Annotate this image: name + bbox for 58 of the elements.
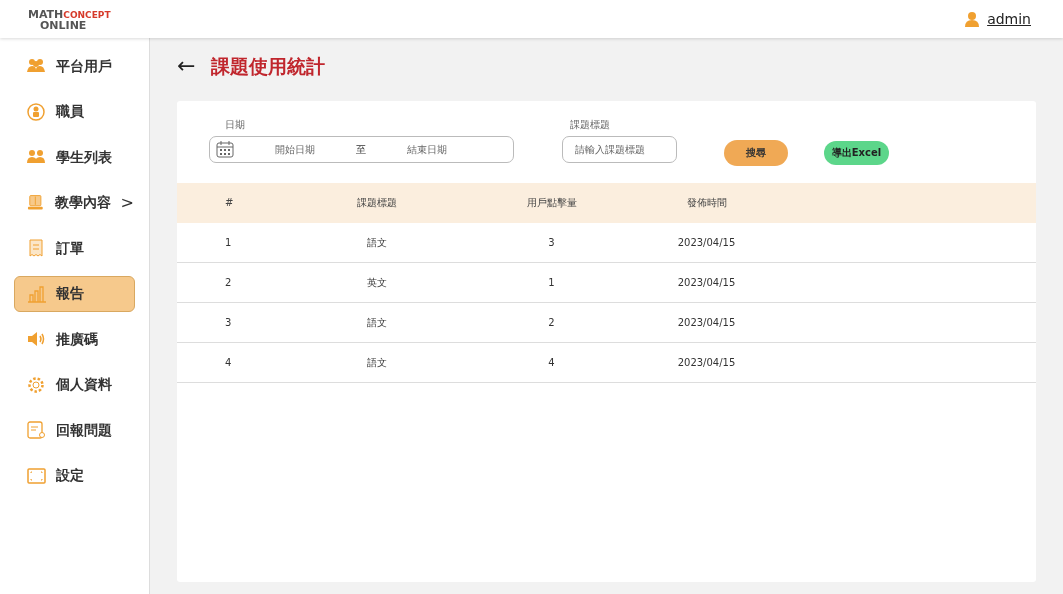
column-header: # [177, 182, 297, 223]
sidebar-item[interactable]: 個人資料 [14, 366, 135, 403]
search-button[interactable]: 搜尋 [724, 139, 788, 166]
sidebar-item[interactable]: 推廣碼 [14, 321, 135, 357]
sidebar-item[interactable]: 教學內容 > [14, 184, 135, 221]
topic-input[interactable]: 請輸入課題標題 [562, 135, 677, 163]
sidebar-item[interactable]: 回報問題 [14, 412, 135, 448]
calendar-icon [216, 140, 234, 158]
column-header: 用戶點擊量 [457, 182, 647, 223]
document-icon [27, 421, 46, 439]
column-header: 課題標題 [297, 182, 457, 223]
sidebar-item[interactable]: 設定 [14, 457, 135, 494]
table-cell: 語文 [297, 222, 457, 263]
table-cell: 2023/04/15 [647, 262, 767, 303]
logo-text: ONLINE [39, 20, 88, 31]
end-date-input[interactable]: 結束日期 [372, 140, 482, 158]
users-icon [27, 148, 46, 166]
field-label: 日期 [225, 117, 246, 132]
bar-chart-icon [27, 284, 46, 303]
date-range-field[interactable]: 開始日期 至 結束日期 [209, 135, 514, 163]
table-cell: 2023/04/15 [647, 302, 767, 343]
table-cell: 語文 [297, 302, 457, 343]
page-title: 課題使用統計 [211, 54, 326, 79]
speaker-icon [27, 330, 46, 348]
table-cell: 3 [457, 222, 647, 263]
book-icon [27, 193, 45, 212]
table-cell: 4 [457, 342, 647, 383]
start-date-input[interactable]: 開始日期 [240, 140, 350, 158]
sidebar-item[interactable]: 平台用戶 [14, 48, 135, 84]
person-icon [27, 102, 46, 121]
sidebar-item[interactable]: 訂單 [14, 230, 135, 266]
table-cell: 2 [177, 262, 297, 303]
table-cell: 1 [457, 262, 647, 303]
settings-icon [27, 375, 46, 394]
users-icon [27, 57, 46, 75]
table-cell: 3 [177, 302, 297, 343]
table-cell: 4 [177, 342, 297, 383]
sidebar-item[interactable]: 報告 [14, 275, 135, 312]
receipt-icon [27, 239, 46, 257]
export-button[interactable]: 導出Excel [824, 140, 889, 165]
table-cell: 語文 [297, 342, 457, 383]
chevron-icon: > [120, 190, 134, 215]
user-icon [965, 11, 980, 27]
table-cell: 英文 [297, 262, 457, 303]
column-header: 發佈時間 [647, 182, 767, 223]
table-cell: 2023/04/15 [647, 342, 767, 383]
sidebar-item[interactable]: 職員 [14, 93, 135, 130]
table-cell: 2 [457, 302, 647, 343]
table-cell: 1 [177, 222, 297, 263]
back-button[interactable]: ← [177, 55, 196, 78]
field-label: 課題標題 [570, 117, 611, 132]
user-link[interactable]: admin [987, 8, 1031, 30]
frame-icon [27, 466, 46, 485]
sidebar-item[interactable]: 學生列表 [14, 139, 135, 175]
table-cell: 2023/04/15 [647, 222, 767, 263]
logo-text: MATH [28, 8, 64, 21]
range-separator: 至 [356, 142, 366, 157]
logo-text: CONCEPT [63, 10, 111, 20]
